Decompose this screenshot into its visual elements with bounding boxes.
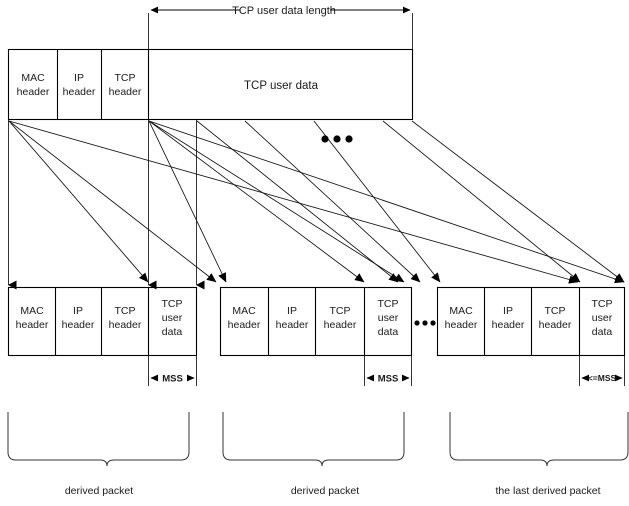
derived2-tcp-line2: header <box>324 319 357 331</box>
derived-packet-1: MAC header IP header TCP header TCP user… <box>7 286 198 497</box>
derived2-data-line1: TCP <box>378 298 399 310</box>
derived1-mss-dimension: MSS <box>148 356 197 386</box>
derived1-ip-line1: IP <box>73 305 83 317</box>
original-tcp-line2: header <box>109 86 142 98</box>
derived-packet-2: MAC header IP header TCP header TCP user… <box>219 286 413 497</box>
derived3-caption: the last derived packet <box>495 485 600 497</box>
derived3-mac-line2: header <box>445 319 478 331</box>
derived3-data-line1: TCP <box>592 298 613 310</box>
derived3-ip-line1: IP <box>503 305 513 317</box>
derived1-brace <box>7 412 190 467</box>
derived2-data-line3: data <box>378 326 399 338</box>
mapping-ellipsis <box>321 135 353 143</box>
map-diag-f2 <box>411 120 625 283</box>
map-diag-c1 <box>196 120 399 283</box>
derived3-mac-line1: MAC <box>449 305 473 317</box>
derived2-caption: derived packet <box>291 485 359 497</box>
derived1-data-line1: TCP <box>162 298 183 310</box>
derived3-tcp-line2: header <box>539 319 572 331</box>
derived2-mss-label: MSS <box>378 374 399 385</box>
original-ip-line2: header <box>63 86 96 98</box>
derived3-ip-line2: header <box>492 319 525 331</box>
map-diag-a2 <box>8 120 149 283</box>
original-mac-line1: MAC <box>21 72 45 84</box>
derived2-mac-line1: MAC <box>232 305 256 317</box>
dimension-label: TCP user data length <box>232 5 336 17</box>
derived1-tcp-line1: TCP <box>115 305 136 317</box>
map-diag-a1 <box>8 120 217 283</box>
derived2-brace <box>222 412 405 467</box>
derived2-ip-line1: IP <box>287 305 297 317</box>
original-packet-outline <box>7 48 414 121</box>
derived1-caption: derived packet <box>65 485 133 497</box>
derived2-mss-dimension: MSS <box>364 356 412 386</box>
derived2-tcp-line1: TCP <box>330 305 351 317</box>
derived1-data-line3: data <box>162 326 183 338</box>
derived1-data-line2: user <box>162 312 183 324</box>
derived3-mss-dimension: <=MSS <box>579 356 625 386</box>
derived3-tcp-line1: TCP <box>545 305 566 317</box>
tcp-user-data-length-dimension: TCP user data length <box>148 5 413 49</box>
derived3-data-line3: data <box>592 326 613 338</box>
map-diag-f1 <box>382 120 581 283</box>
derived1-mss-label: MSS <box>162 374 183 385</box>
derived1-tcp-line2: header <box>109 319 142 331</box>
tcp-segmentation-diagram: TCP user data length MAC header IP heade… <box>0 0 629 506</box>
derived-packets-ellipsis <box>414 320 436 326</box>
map-diag-g1 <box>8 120 579 284</box>
derived2-ip-line2: header <box>276 319 309 331</box>
original-mac-line2: header <box>17 86 50 98</box>
original-ip-line1: IP <box>74 72 84 84</box>
derived1-mac-line2: header <box>16 319 49 331</box>
original-packet: MAC header IP header TCP header TCP user… <box>7 48 414 121</box>
derived1-ip-line2: header <box>62 319 95 331</box>
diagram-canvas: TCP user data length MAC header IP heade… <box>7 5 629 497</box>
map-diag-b2 <box>148 120 365 283</box>
derived3-brace <box>449 412 629 467</box>
map-diag-g2 <box>148 120 625 284</box>
derived3-data-line2: user <box>592 312 613 324</box>
derived1-mac-line1: MAC <box>20 305 44 317</box>
derived3-mss-label: <=MSS <box>588 373 617 383</box>
derived2-mac-line2: header <box>228 319 261 331</box>
original-tcp-line1: TCP <box>115 72 136 84</box>
original-tcp-user-data-label: TCP user data <box>244 80 319 92</box>
segmentation-mapping-lines <box>8 120 625 290</box>
derived2-data-line2: user <box>378 312 399 324</box>
derived-packet-3: MAC header IP header TCP header TCP user… <box>436 286 629 497</box>
